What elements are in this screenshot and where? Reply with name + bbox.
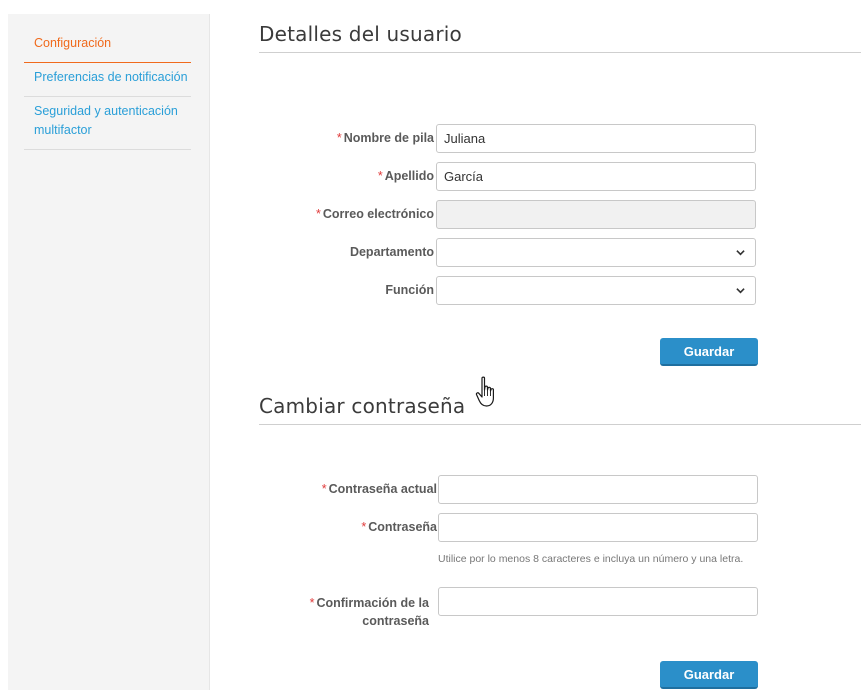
sidebar-item-configuracion[interactable]: Configuración [24,14,191,63]
save-details-button[interactable]: Guardar [660,338,758,366]
new-password-row: * Contraseña [258,513,768,543]
first-name-field[interactable]: Juliana [436,124,756,153]
role-row: Función [258,276,768,306]
user-details-title: Detalles del usuario [259,22,861,53]
password-hint: Utilice por lo menos 8 caracteres e incl… [438,553,744,565]
role-label: Función [385,283,434,297]
department-select[interactable] [436,238,756,267]
hand-cursor-icon [475,376,494,407]
sidebar-item-security-mfa[interactable]: Seguridad y autenticación multifactor [24,97,191,150]
confirm-password-label: * Confirmación de la contraseña [309,596,429,628]
email-field [436,200,756,229]
first-name-label: * Nombre de pila [336,131,434,145]
change-password-title: Cambiar contraseña [259,394,861,425]
current-password-row: * Contraseña actual [258,475,768,505]
last-name-label: * Apellido [377,169,434,183]
new-password-label: * Contraseña [361,520,437,534]
email-label: * Correo electrónico [315,207,434,221]
sidebar-item-notification-preferences[interactable]: Preferencias de notificación [24,63,191,97]
first-name-row: * Nombre de pila Juliana [258,124,768,154]
last-name-row: * Apellido García [258,162,768,192]
new-password-field[interactable] [438,513,758,542]
last-name-field[interactable]: García [436,162,756,191]
role-select[interactable] [436,276,756,305]
save-password-button[interactable]: Guardar [660,661,758,689]
sidebar: Configuración Preferencias de notificaci… [8,14,210,690]
department-row: Departamento [258,238,768,268]
chevron-down-icon [736,250,745,256]
chevron-down-icon [736,288,745,294]
email-row: * Correo electrónico [258,200,768,230]
confirm-password-field[interactable] [438,587,758,616]
current-password-field[interactable] [438,475,758,504]
department-label: Departamento [349,245,434,259]
current-password-label: * Contraseña actual [321,482,437,496]
